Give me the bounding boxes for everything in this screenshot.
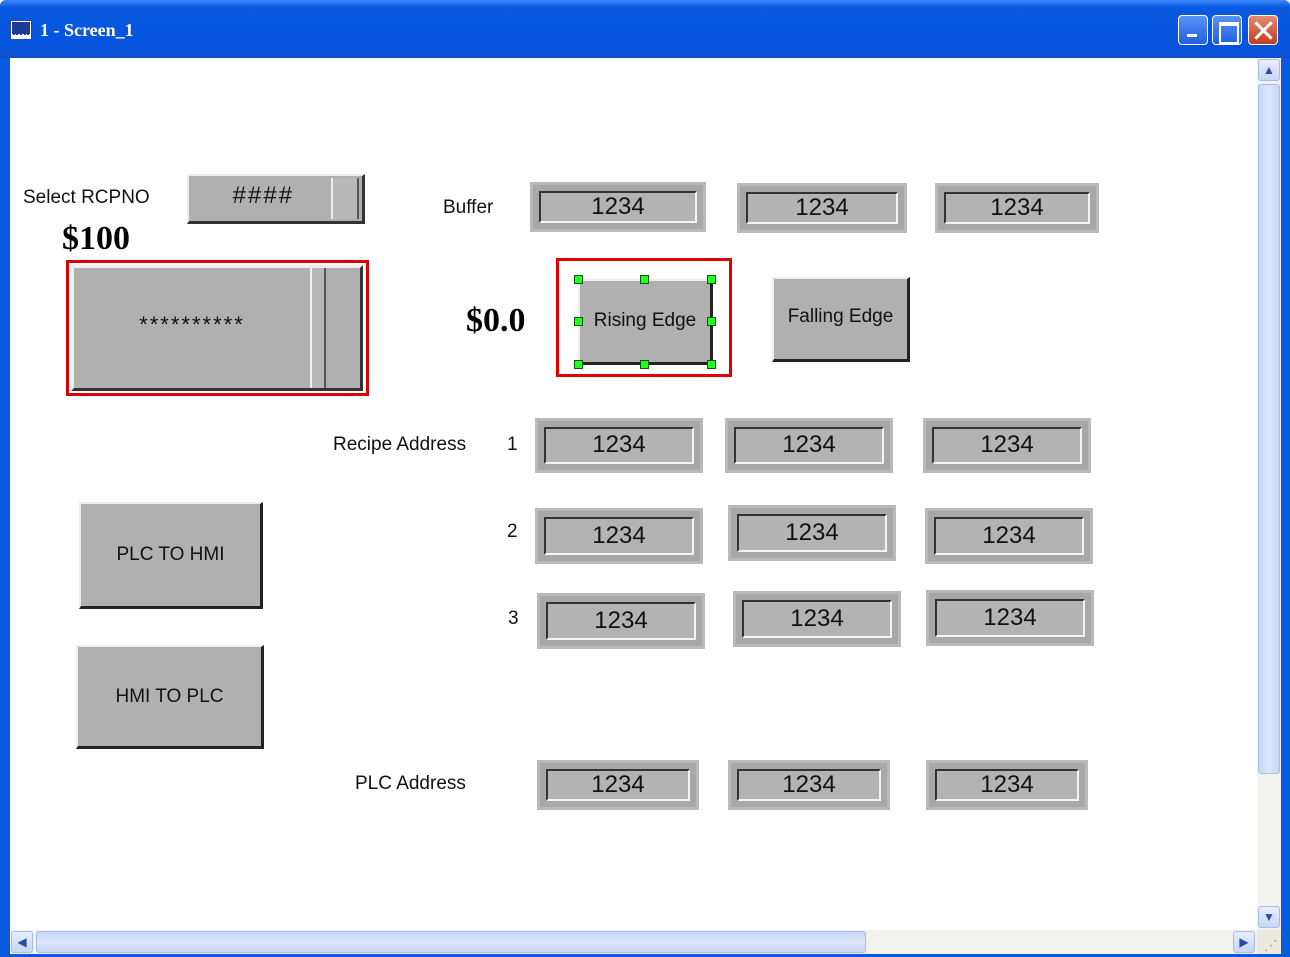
edge-address-label: $0.0 xyxy=(466,302,526,339)
rcpno-input[interactable]: #### xyxy=(187,174,365,224)
recipe-2-value-1: 1234 xyxy=(544,517,694,555)
window-title: 1 - Screen_1 xyxy=(40,20,134,40)
recipe-2-field-1[interactable]: 1234 xyxy=(535,508,703,564)
plc-address-value-3: 1234 xyxy=(935,769,1079,801)
buffer-field-3[interactable]: 1234 xyxy=(935,183,1099,233)
plc-address-value-2: 1234 xyxy=(737,769,881,801)
resize-handle-nw[interactable] xyxy=(574,275,583,284)
resize-handle-w[interactable] xyxy=(574,317,583,326)
recipe-1-field-1[interactable]: 1234 xyxy=(535,418,703,473)
minimize-button[interactable] xyxy=(1178,15,1208,45)
buffer-field-2[interactable]: 1234 xyxy=(737,183,907,233)
maximize-button[interactable] xyxy=(1212,15,1242,45)
buffer-value-2: 1234 xyxy=(746,192,898,224)
buffer-label: Buffer xyxy=(443,197,494,218)
rcpno-spin-handle[interactable] xyxy=(331,178,359,219)
recipe-row-2-number: 2 xyxy=(507,521,518,542)
recipe-3-field-1[interactable]: 1234 xyxy=(537,593,705,649)
horizontal-scroll-thumb[interactable] xyxy=(36,931,866,953)
resize-handle-ne[interactable] xyxy=(707,275,716,284)
password-value: ********** xyxy=(139,312,245,337)
screen-icon xyxy=(10,20,32,40)
plc-address-label: PLC Address xyxy=(355,773,466,794)
recipe-3-field-2[interactable]: 1234 xyxy=(733,591,901,647)
scroll-left-icon[interactable]: ◀ xyxy=(11,931,33,953)
recipe-2-value-2: 1234 xyxy=(737,514,887,552)
recipe-3-value-1: 1234 xyxy=(546,602,696,640)
password-divider xyxy=(310,268,324,388)
scroll-up-icon[interactable]: ▲ xyxy=(1258,59,1280,81)
plc-address-field-3[interactable]: 1234 xyxy=(926,760,1088,810)
recipe-2-value-3: 1234 xyxy=(934,517,1084,555)
rcpno-value: #### xyxy=(232,182,294,209)
recipe-1-field-3[interactable]: 1234 xyxy=(923,418,1091,473)
recipe-1-value-1: 1234 xyxy=(544,427,694,464)
recipe-row-3-number: 3 xyxy=(508,608,519,629)
horizontal-scrollbar[interactable]: ◀ ▶ xyxy=(10,930,1257,954)
resize-handle-s[interactable] xyxy=(640,360,649,369)
title-bar[interactable]: 1 - Screen_1 xyxy=(0,0,1290,58)
falling-edge-button[interactable]: Falling Edge xyxy=(772,277,910,362)
resize-handle-se[interactable] xyxy=(707,360,716,369)
plc-address-field-2[interactable]: 1234 xyxy=(728,760,890,810)
scroll-down-icon[interactable]: ▼ xyxy=(1258,906,1280,928)
password-spin-handle[interactable] xyxy=(324,268,360,388)
recipe-2-field-3[interactable]: 1234 xyxy=(925,508,1093,564)
plc-to-hmi-button[interactable]: PLC TO HMI xyxy=(79,502,263,609)
recipe-3-field-3[interactable]: 1234 xyxy=(926,590,1094,646)
recipe-2-field-2[interactable]: 1234 xyxy=(728,505,896,561)
plc-address-field-1[interactable]: 1234 xyxy=(537,760,699,810)
vertical-scrollbar[interactable]: ▲ ▼ xyxy=(1257,58,1281,930)
resize-grip-icon[interactable] xyxy=(1257,930,1281,954)
rising-edge-button[interactable]: Rising Edge xyxy=(578,279,713,365)
recipe-address-label: Recipe Address xyxy=(333,434,467,455)
buffer-value-3: 1234 xyxy=(944,192,1090,224)
recipe-1-value-2: 1234 xyxy=(734,427,884,464)
buffer-value-1: 1234 xyxy=(539,191,697,223)
resize-handle-n[interactable] xyxy=(640,275,649,284)
plc-address-value-1: 1234 xyxy=(546,769,690,801)
address-label-100: $100 xyxy=(62,220,130,257)
scroll-right-icon[interactable]: ▶ xyxy=(1233,931,1255,953)
buffer-field-1[interactable]: 1234 xyxy=(530,182,706,232)
select-rcpno-label: Select RCPNO xyxy=(23,187,150,208)
resize-handle-sw[interactable] xyxy=(574,360,583,369)
recipe-3-value-2: 1234 xyxy=(742,600,892,638)
vertical-scroll-thumb[interactable] xyxy=(1258,84,1280,774)
password-input[interactable]: ********** xyxy=(71,265,363,391)
resize-handle-e[interactable] xyxy=(707,317,716,326)
hmi-to-plc-button[interactable]: HMI TO PLC xyxy=(76,645,264,749)
recipe-1-field-2[interactable]: 1234 xyxy=(725,418,893,473)
close-button[interactable] xyxy=(1248,15,1278,45)
recipe-row-1-number: 1 xyxy=(507,434,518,455)
recipe-1-value-3: 1234 xyxy=(932,427,1082,464)
recipe-3-value-3: 1234 xyxy=(935,599,1085,637)
